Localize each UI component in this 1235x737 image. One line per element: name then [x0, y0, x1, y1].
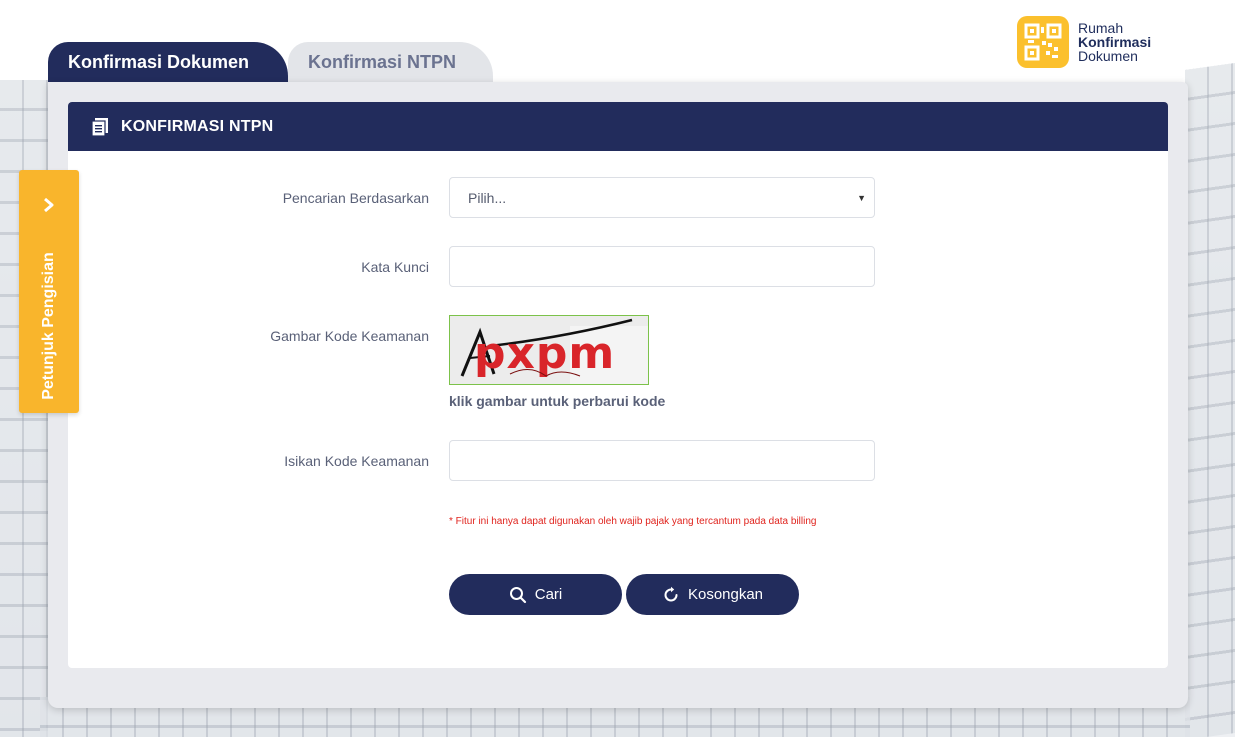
qr-code-icon [1017, 16, 1069, 68]
chevron-right-icon [44, 197, 54, 213]
captcha-image[interactable]: pxpm [449, 315, 649, 385]
caret-down-icon: ▼ [857, 193, 866, 203]
captcha-input[interactable] [449, 440, 875, 481]
search-icon [509, 586, 526, 603]
search-by-label: Pencarian Berdasarkan [282, 190, 429, 206]
captcha-hint[interactable]: klik gambar untuk perbarui kode [449, 393, 665, 409]
reset-button-label: Kosongkan [687, 586, 764, 603]
search-button[interactable]: Cari [449, 574, 622, 615]
building-right [1185, 62, 1235, 737]
filling-guide-label: Petunjuk Pengisian [40, 252, 57, 400]
tab-konfirmasi-dokumen[interactable]: Konfirmasi Dokumen [48, 42, 288, 84]
document-icon [92, 117, 108, 136]
panel-title: KONFIRMASI NTPN [121, 117, 274, 135]
tab-konfirmasi-ntpn[interactable]: Konfirmasi NTPN [288, 42, 493, 84]
logo-line2: Konfirmasi [1078, 34, 1152, 50]
search-by-select[interactable]: Pilih... ▼ [449, 177, 875, 218]
filling-guide-tab[interactable]: Petunjuk Pengisian [19, 170, 79, 413]
logo-line3: Dokumen [1078, 48, 1138, 64]
captcha-text: pxpm [474, 328, 615, 379]
billing-note: * Fitur ini hanya dapat digunakan oleh w… [449, 516, 817, 527]
keyword-input[interactable] [449, 246, 875, 287]
reset-button[interactable]: Kosongkan [626, 574, 799, 615]
refresh-icon [664, 586, 678, 601]
captcha-image-label: Gambar Kode Keamanan [270, 328, 429, 344]
search-by-value: Pilih... [468, 189, 507, 206]
captcha-input-label: Isikan Kode Keamanan [284, 453, 429, 469]
logo-text: Rumah Konfirmasi Dokumen [1078, 21, 1151, 63]
logo-line1: Rumah [1078, 20, 1124, 36]
site-logo[interactable]: Rumah Konfirmasi Dokumen [1017, 16, 1151, 68]
search-button-label: Cari [534, 586, 563, 603]
keyword-label: Kata Kunci [361, 259, 429, 275]
panel-header: KONFIRMASI NTPN [68, 102, 1168, 151]
